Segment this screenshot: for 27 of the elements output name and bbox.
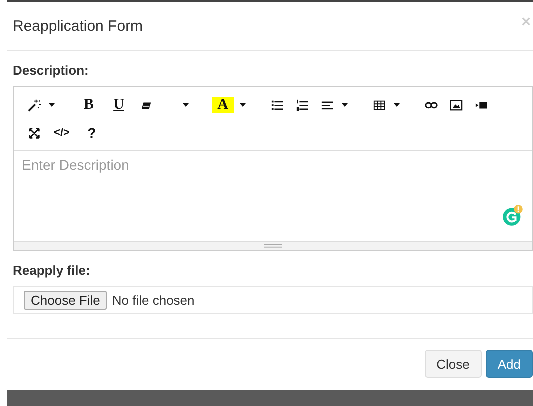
caret-icon[interactable] [239,101,247,109]
resize-handle[interactable] [264,244,282,248]
file-label: Reapply file: [13,263,92,278]
bold-button[interactable]: B [78,97,100,113]
underline-button[interactable]: U [108,97,130,113]
fullscreen-icon[interactable] [28,126,41,140]
text-color-button[interactable]: A [212,97,234,113]
add-button[interactable]: Add [486,350,533,378]
description-field[interactable]: Enter Description [14,151,496,179]
image-icon[interactable] [450,98,463,112]
help-button[interactable]: ? [81,125,103,141]
table-icon[interactable] [373,98,386,112]
bullet-list-icon[interactable] [271,98,284,112]
caret-icon[interactable] [182,101,190,109]
caret-icon[interactable] [48,101,56,109]
numbered-list-icon[interactable] [296,98,309,112]
caret-icon[interactable] [393,101,401,109]
choose-file-button[interactable]: Choose File [24,290,108,310]
modal-title: Reapplication Form [13,18,144,34]
file-status: No file chosen [112,292,195,308]
description-label: Description: [13,63,90,78]
close-dialog-button[interactable]: Close [424,350,482,378]
code-view-button[interactable]: </> [51,125,73,141]
grammar-checker-icon[interactable] [502,205,524,227]
caret-icon[interactable] [341,101,349,109]
file-input[interactable]: Choose File No file chosen [13,286,533,314]
magic-wand-icon[interactable] [28,98,41,112]
